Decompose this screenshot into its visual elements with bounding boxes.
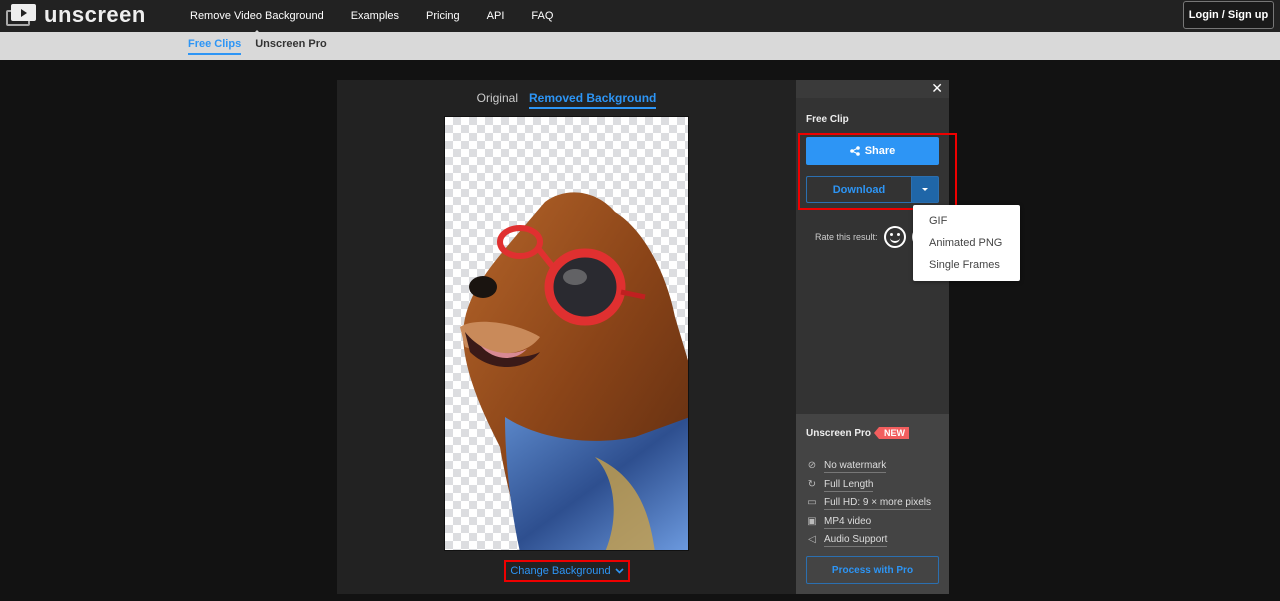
feature-item: ▭ Full HD: 9 × more pixels [807, 497, 931, 511]
speaker-icon: ◁ [808, 534, 816, 546]
free-clip-title: Free Clip [806, 114, 849, 125]
nav-faq[interactable]: FAQ [531, 10, 553, 22]
rate-label: Rate this result: [815, 232, 878, 242]
feature-item: ▣ MP4 video [807, 515, 872, 529]
nav-api[interactable]: API [487, 10, 505, 22]
tab-removed-background[interactable]: Removed Background [529, 91, 657, 109]
subnav-unscreen-pro[interactable]: Unscreen Pro [255, 38, 327, 55]
highlight-box-share-download [798, 133, 957, 210]
menu-item-gif[interactable]: GIF [913, 210, 1020, 232]
feature-item: ◁ Audio Support [806, 531, 931, 550]
unscreen-logo[interactable]: unscreen [6, 4, 146, 26]
close-icon[interactable]: ✕ [931, 80, 943, 97]
preview-panel: Original Removed Background Change Backg… [337, 80, 796, 594]
result-preview-image [444, 116, 689, 551]
logo-icon [6, 4, 36, 26]
logo-text: unscreen [44, 2, 146, 27]
change-background-label: Change Background [510, 565, 611, 577]
pro-feature-list: ⊘ No watermark ↻ Full Length ▭ Full HD: 9 ×… [806, 457, 931, 550]
menu-item-single-frames[interactable]: Single Frames [913, 254, 1020, 276]
main-nav: Remove Video Background Examples Pricing… [190, 0, 580, 35]
smiley-happy-icon[interactable] [883, 226, 906, 248]
clock-icon: ↻ [807, 478, 817, 490]
top-navbar: unscreen Remove Video Background Example… [0, 0, 1280, 35]
download-format-menu: GIF Animated PNG Single Frames [913, 205, 1020, 281]
no-watermark-icon: ⊘ [807, 460, 817, 472]
feature-item: ⊘ No watermark [807, 460, 887, 474]
dog-cutout-image [460, 192, 688, 550]
nav-examples[interactable]: Examples [351, 10, 399, 22]
tab-original[interactable]: Original [477, 91, 518, 109]
menu-item-animated-png[interactable]: Animated PNG [913, 232, 1020, 254]
subnav-free-clips[interactable]: Free Clips [188, 38, 242, 55]
video-icon: ▣ [807, 515, 817, 527]
nav-remove-video-background[interactable]: Remove Video Background [190, 10, 324, 35]
feature-item: ↻ Full Length [807, 478, 874, 492]
sub-navbar: Free Clips Unscreen Pro [0, 32, 1280, 60]
login-signup-button[interactable]: Login / Sign up [1183, 1, 1274, 29]
chevron-down-icon [615, 568, 624, 574]
change-background-button[interactable]: Change Background [504, 560, 630, 582]
process-with-pro-button[interactable]: Process with Pro [806, 556, 939, 584]
monitor-icon: ▭ [807, 497, 817, 509]
new-badge: NEW [874, 427, 910, 439]
pro-title: Unscreen Pro [806, 427, 872, 439]
nav-pricing[interactable]: Pricing [426, 10, 460, 22]
unscreen-pro-panel: Unscreen Pro NEW ⊘ No watermark ↻ Full Len… [796, 414, 949, 594]
